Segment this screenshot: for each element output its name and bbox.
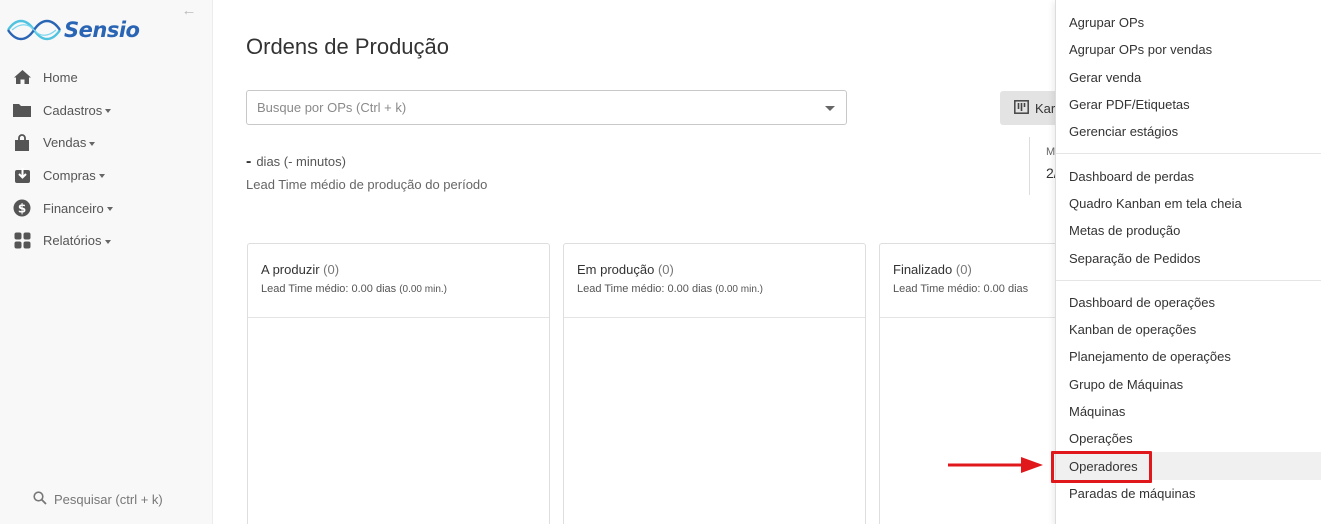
menu-item-separacao-de-pedidos[interactable]: Separação de Pedidos bbox=[1056, 244, 1321, 271]
menu-item-operadores[interactable]: Operadores bbox=[1056, 452, 1321, 480]
chevron-down-icon bbox=[98, 174, 105, 179]
sensio-logo-mark bbox=[7, 19, 61, 41]
svg-text:$: $ bbox=[18, 202, 26, 216]
sidebar-item-relatorios[interactable]: Relatórios bbox=[0, 224, 213, 257]
menu-item-grupo-de-maquinas[interactable]: Grupo de Máquinas bbox=[1056, 371, 1321, 398]
menu-item-agrupar-ops[interactable]: Agrupar OPs bbox=[1056, 9, 1321, 36]
chevron-down-icon[interactable] bbox=[825, 106, 835, 111]
sidebar-item-home[interactable]: Home bbox=[0, 61, 213, 94]
grid-icon bbox=[12, 231, 32, 251]
menu-item-metas-de-producao[interactable]: Metas de produção bbox=[1056, 217, 1321, 244]
lead-time-days-text: dias (- minutos) bbox=[256, 154, 346, 169]
sidebar-search-button[interactable]: Pesquisar (ctrl + k) bbox=[33, 491, 163, 508]
column-title: A produzir (0) bbox=[261, 262, 340, 277]
menu-item-dashboard-de-perdas[interactable]: Dashboard de perdas bbox=[1056, 162, 1321, 189]
chevron-down-icon bbox=[104, 239, 111, 244]
column-title: Em produção (0) bbox=[577, 262, 674, 277]
sidebar: Sensio ← Home Cadastros Vendas Compras $… bbox=[0, 0, 213, 524]
home-icon bbox=[12, 67, 32, 87]
actions-dropdown-menu: Agrupar OPs Agrupar OPs por vendas Gerar… bbox=[1055, 0, 1321, 524]
sidebar-item-label: Relatórios bbox=[43, 233, 111, 248]
menu-item-maquinas[interactable]: Máquinas bbox=[1056, 398, 1321, 425]
sidebar-item-financeiro[interactable]: $ Financeiro bbox=[0, 192, 213, 225]
menu-item-kanban-de-operacoes[interactable]: Kanban de operações bbox=[1056, 316, 1321, 343]
inbox-download-icon bbox=[12, 165, 32, 185]
sidebar-item-cadastros[interactable]: Cadastros bbox=[0, 94, 213, 127]
period-date-label: M bbox=[1046, 146, 1056, 158]
menu-divider bbox=[1056, 153, 1321, 155]
menu-item-paradas-de-maquinas[interactable]: Paradas de máquinas bbox=[1056, 480, 1321, 507]
page-title: Ordens de Produção bbox=[246, 34, 450, 59]
op-search-placeholder: Busque por OPs (Ctrl + k) bbox=[257, 100, 407, 115]
chevron-down-icon bbox=[89, 141, 96, 146]
sidebar-item-compras[interactable]: Compras bbox=[0, 159, 213, 192]
menu-item-quadro-kanban-tela-cheia[interactable]: Quadro Kanban em tela cheia bbox=[1056, 190, 1321, 217]
op-search-input[interactable]: Busque por OPs (Ctrl + k) bbox=[246, 90, 847, 125]
sidebar-item-label: Vendas bbox=[43, 135, 96, 150]
shopping-bag-icon bbox=[12, 133, 32, 153]
sidebar-item-label: Cadastros bbox=[43, 103, 112, 118]
column-lead-time: Lead Time médio: 0.00 dias (0.00 min.) bbox=[261, 283, 447, 295]
menu-item-gerar-pdf-etiquetas[interactable]: Gerar PDF/Etiquetas bbox=[1056, 91, 1321, 118]
sidebar-nav: Home Cadastros Vendas Compras $ Financei… bbox=[0, 61, 213, 257]
dollar-icon: $ bbox=[12, 198, 32, 218]
column-header: Em produção (0) Lead Time médio: 0.00 di… bbox=[564, 244, 865, 318]
column-header: A produzir (0) Lead Time médio: 0.00 dia… bbox=[248, 244, 549, 318]
search-icon bbox=[33, 491, 47, 508]
pointer-arrow-icon bbox=[948, 457, 1043, 473]
sidebar-item-label: Compras bbox=[43, 168, 105, 183]
sensio-logo[interactable]: Sensio bbox=[6, 10, 166, 50]
menu-divider bbox=[1056, 279, 1321, 281]
chevron-down-icon bbox=[106, 207, 113, 212]
menu-item-dashboard-de-operacoes[interactable]: Dashboard de operações bbox=[1056, 289, 1321, 316]
lead-time-caption: Lead Time médio de produção do período bbox=[246, 177, 488, 192]
sidebar-item-label: Home bbox=[43, 69, 78, 85]
kanban-column-a-produzir: A produzir (0) Lead Time médio: 0.00 dia… bbox=[247, 243, 550, 524]
sidebar-item-label: Financeiro bbox=[43, 201, 113, 216]
lead-time-value: - dias (- minutos) bbox=[246, 153, 346, 171]
menu-item-gerar-venda[interactable]: Gerar venda bbox=[1056, 64, 1321, 91]
kanban-column-em-producao: Em produção (0) Lead Time médio: 0.00 di… bbox=[563, 243, 866, 524]
column-lead-time: Lead Time médio: 0.00 dias (0.00 min.) bbox=[577, 283, 763, 295]
column-count: (0) bbox=[323, 262, 340, 277]
menu-item-agrupar-ops-por-vendas[interactable]: Agrupar OPs por vendas bbox=[1056, 36, 1321, 63]
brand-name: Sensio bbox=[64, 18, 140, 42]
chevron-down-icon bbox=[105, 109, 112, 114]
menu-item-operacoes[interactable]: Operações bbox=[1056, 425, 1321, 452]
column-count: (0) bbox=[657, 262, 674, 277]
sidebar-search-label: Pesquisar (ctrl + k) bbox=[54, 492, 163, 507]
kanban-button-label: Kar bbox=[1035, 100, 1056, 116]
kanban-board-icon bbox=[1014, 99, 1029, 117]
collapse-sidebar-arrow-icon[interactable]: ← bbox=[181, 3, 197, 19]
sidebar-item-vendas[interactable]: Vendas bbox=[0, 126, 213, 159]
lead-time-days-number: - bbox=[246, 153, 252, 170]
folder-icon bbox=[12, 100, 32, 120]
menu-item-planejamento-de-operacoes[interactable]: Planejamento de operações bbox=[1056, 343, 1321, 370]
menu-item-gerenciar-estagios[interactable]: Gerenciar estágios bbox=[1056, 118, 1321, 145]
column-count: (0) bbox=[955, 262, 972, 277]
